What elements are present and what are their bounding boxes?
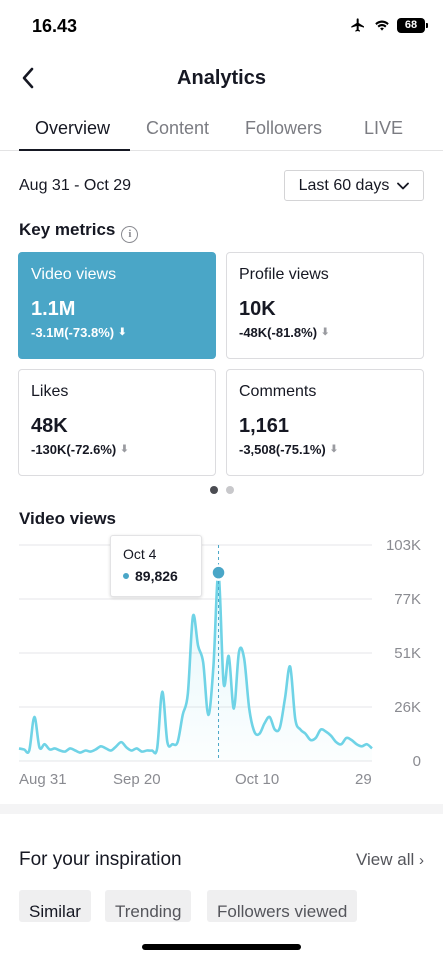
metric-change-text: -3,508(-75.1%) [239,442,326,457]
metric-change: -130K(-72.6%) ⬇ [31,442,203,457]
tab-content[interactable]: Content [146,118,209,139]
chart-tooltip: Oct 4 89,826 [110,535,202,597]
chip-trending[interactable]: Trending [105,890,192,922]
page-dot[interactable] [225,486,234,494]
arrow-down-icon: ⬇ [120,444,129,455]
page-dot-active[interactable] [209,486,218,494]
metric-label: Comments [239,383,317,400]
metric-label: Video views [31,266,117,283]
view-all-label: View all [355,850,415,869]
home-indicator [142,944,301,950]
x-tick-label: Sep 20 [113,771,161,788]
metric-change-text: -48K(-81.8%) [239,325,318,340]
metric-change: -3.1M(-73.8%) ⬇ [31,325,203,340]
metric-label: Likes [31,383,69,400]
metric-card-video-views[interactable]: Video views 1.1M -3.1M(-73.8%) ⬇ [18,252,216,359]
view-all-link[interactable]: View all › [356,850,424,870]
chart-title: Video views [19,509,117,528]
battery-indicator: 68 [397,17,428,33]
tooltip-value: 89,826 [135,568,178,584]
x-tick-label: Aug 31 [19,771,67,788]
y-tick-label: 103K [386,537,421,554]
period-dropdown-label: Last 60 days [298,176,390,194]
y-tick-label: 51K [394,645,421,662]
chip-followers-viewed[interactable]: Followers viewed [207,890,358,922]
arrow-down-icon: ⬇ [321,327,330,338]
nav-header: Analytics [0,52,443,104]
y-tick-label: 77K [394,591,421,608]
battery-level: 68 [404,19,418,31]
series-dot [123,573,129,579]
arrow-down-icon: ⬇ [329,444,339,455]
y-tick-label: 26K [394,699,421,716]
metric-value: 10K [239,298,276,320]
airplane-icon [351,18,364,32]
metric-card-comments[interactable]: Comments 1,161 -3,508(-75.1%) ⬇ [226,369,424,476]
metric-change: -48K(-81.8%) ⬇ [239,325,411,340]
x-tick-label: Oct 10 [235,771,279,788]
wifi-icon [375,20,389,31]
key-metrics-heading: Key metrics i [19,220,139,243]
period-dropdown[interactable]: Last 60 days [284,170,424,201]
chevron-right-icon: › [419,852,424,869]
tab-followers[interactable]: Followers [245,118,322,139]
active-tab-indicator [19,149,130,151]
metric-value: 1,161 [239,415,290,437]
metric-value: 1.1M [31,298,76,320]
highlight-point [210,564,227,581]
tooltip-value-row: 89,826 [123,568,189,584]
metric-change-text: -130K(-72.6%) [31,442,117,457]
metric-change-text: -3.1M(-73.8%) [31,325,115,340]
tab-live[interactable]: LIVE [364,118,403,139]
key-metrics-title: Key metrics [19,220,116,239]
status-time: 16.43 [32,16,78,36]
tooltip-date: Oct 4 [123,546,157,562]
tab-bar: Overview Content Followers LIVE [0,104,443,151]
section-divider [0,804,443,814]
date-range-label: Aug 31 - Oct 29 [19,177,132,194]
page-title: Analytics [177,67,266,89]
page-indicator [0,486,443,494]
info-icon[interactable]: i [121,226,139,243]
status-bar: 16.43 68 [0,0,443,52]
inspiration-title: For your inspiration [19,849,182,870]
chevron-down-icon [397,182,410,189]
y-tick-label: 0 [413,753,421,770]
chip-similar[interactable]: Similar [19,890,91,922]
metric-value: 48K [31,415,68,437]
x-tick-label: 29 [355,771,372,788]
metric-change: -3,508(-75.1%) ⬇ [239,442,411,457]
status-icons: 68 [349,17,428,33]
arrow-down-icon: ⬇ [118,327,127,338]
tab-overview[interactable]: Overview [35,118,110,139]
metric-label: Profile views [239,266,329,283]
video-views-chart[interactable]: 103K 77K 51K 26K 0 Aug 31 Sep 20 Oct 10 29 [0,530,443,800]
metric-card-likes[interactable]: Likes 48K -130K(-72.6%) ⬇ [18,369,216,476]
metric-card-profile-views[interactable]: Profile views 10K -48K(-81.8%) ⬇ [226,252,424,359]
